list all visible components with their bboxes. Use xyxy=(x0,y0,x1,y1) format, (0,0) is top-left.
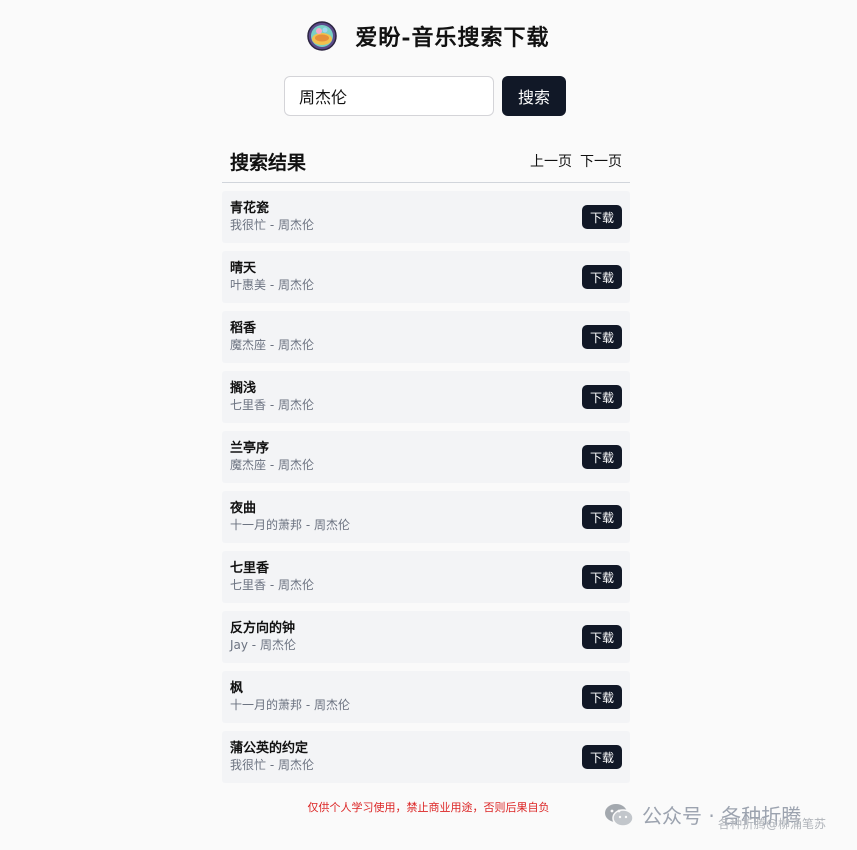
song-name: 兰亭序 xyxy=(230,441,270,456)
song-name: 稻香 xyxy=(230,321,257,336)
song-name: 青花瓷 xyxy=(230,201,270,216)
download-button[interactable]: 下载 xyxy=(582,205,622,229)
results-panel: 搜索结果 上一页 下一页 青花瓷 我很忙 - 周杰伦 下载 晴天 叶惠美 - 周… xyxy=(222,140,630,791)
list-item: 青花瓷 我很忙 - 周杰伦 下载 xyxy=(222,191,630,243)
song-album-artist: 七里香 - 周杰伦 xyxy=(230,398,314,412)
download-button[interactable]: 下载 xyxy=(582,565,622,589)
song-name: 枫 xyxy=(230,681,244,696)
download-button[interactable]: 下载 xyxy=(582,625,622,649)
song-album-artist: 叶惠美 - 周杰伦 xyxy=(230,278,314,292)
list-item: 枫 十一月的萧邦 - 周杰伦 下载 xyxy=(222,671,630,723)
wechat-icon xyxy=(605,803,634,827)
list-item: 蒲公英的约定 我很忙 - 周杰伦 下载 xyxy=(222,731,630,783)
search-bar: 搜索 xyxy=(284,76,566,116)
vinyl-gem-logo-icon xyxy=(307,21,338,51)
prev-page-link[interactable]: 上一页 xyxy=(530,151,572,171)
song-name: 搁浅 xyxy=(230,381,257,396)
download-button[interactable]: 下载 xyxy=(582,745,622,769)
song-album-artist: 我很忙 - 周杰伦 xyxy=(230,218,314,232)
list-item: 兰亭序 魔杰座 - 周杰伦 下载 xyxy=(222,431,630,483)
song-album-artist: 十一月的萧邦 - 周杰伦 xyxy=(230,698,350,712)
song-album-artist: Jay - 周杰伦 xyxy=(230,638,296,652)
song-album-artist: 魔杰座 - 周杰伦 xyxy=(230,338,314,352)
song-album-artist: 十一月的萧邦 - 周杰伦 xyxy=(230,518,350,532)
song-info: 枫 十一月的萧邦 - 周杰伦 xyxy=(230,680,350,714)
watermark-subtext: 各种折腾@柳涌笔苏 xyxy=(718,817,827,831)
song-info: 搁浅 七里香 - 周杰伦 xyxy=(230,380,314,414)
song-info: 反方向的钟 Jay - 周杰伦 xyxy=(230,620,296,654)
list-item: 反方向的钟 Jay - 周杰伦 下载 xyxy=(222,611,630,663)
download-button[interactable]: 下载 xyxy=(582,445,622,469)
list-item: 搁浅 七里香 - 周杰伦 下载 xyxy=(222,371,630,423)
download-button[interactable]: 下载 xyxy=(582,325,622,349)
song-info: 兰亭序 魔杰座 - 周杰伦 xyxy=(230,440,314,474)
list-item: 晴天 叶惠美 - 周杰伦 下载 xyxy=(222,251,630,303)
song-name: 夜曲 xyxy=(230,501,257,516)
list-item: 七里香 七里香 - 周杰伦 下载 xyxy=(222,551,630,603)
list-item: 稻香 魔杰座 - 周杰伦 下载 xyxy=(222,311,630,363)
song-info: 七里香 七里香 - 周杰伦 xyxy=(230,560,314,594)
song-album-artist: 我很忙 - 周杰伦 xyxy=(230,758,314,772)
download-button[interactable]: 下载 xyxy=(582,385,622,409)
song-name: 七里香 xyxy=(230,561,270,576)
song-name: 晴天 xyxy=(230,261,257,276)
results-header: 搜索结果 上一页 下一页 xyxy=(222,140,630,183)
app-title: 爱盼-音乐搜索下载 xyxy=(355,25,550,51)
song-album-artist: 七里香 - 周杰伦 xyxy=(230,578,314,592)
song-name: 蒲公英的约定 xyxy=(230,741,309,756)
search-button[interactable]: 搜索 xyxy=(502,76,566,116)
song-info: 夜曲 十一月的萧邦 - 周杰伦 xyxy=(230,500,350,534)
song-info: 稻香 魔杰座 - 周杰伦 xyxy=(230,320,314,354)
page: 爱盼-音乐搜索下载 搜索 搜索结果 上一页 下一页 青花瓷 我很忙 - 周杰伦 … xyxy=(0,0,857,850)
next-page-link[interactable]: 下一页 xyxy=(580,151,622,171)
download-button[interactable]: 下载 xyxy=(582,685,622,709)
download-button[interactable]: 下载 xyxy=(582,265,622,289)
song-info: 蒲公英的约定 我很忙 - 周杰伦 xyxy=(230,740,314,774)
song-info: 青花瓷 我很忙 - 周杰伦 xyxy=(230,200,314,234)
pagination: 上一页 下一页 xyxy=(530,151,622,171)
song-info: 晴天 叶惠美 - 周杰伦 xyxy=(230,260,314,294)
results-list: 青花瓷 我很忙 - 周杰伦 下载 晴天 叶惠美 - 周杰伦 下载 稻香 魔杰座 … xyxy=(222,191,630,783)
list-item: 夜曲 十一月的萧邦 - 周杰伦 下载 xyxy=(222,491,630,543)
song-name: 反方向的钟 xyxy=(230,621,296,636)
header: 爱盼-音乐搜索下载 xyxy=(0,20,857,52)
search-input[interactable] xyxy=(284,76,494,116)
download-button[interactable]: 下载 xyxy=(582,505,622,529)
song-album-artist: 魔杰座 - 周杰伦 xyxy=(230,458,314,472)
results-title: 搜索结果 xyxy=(230,151,307,174)
